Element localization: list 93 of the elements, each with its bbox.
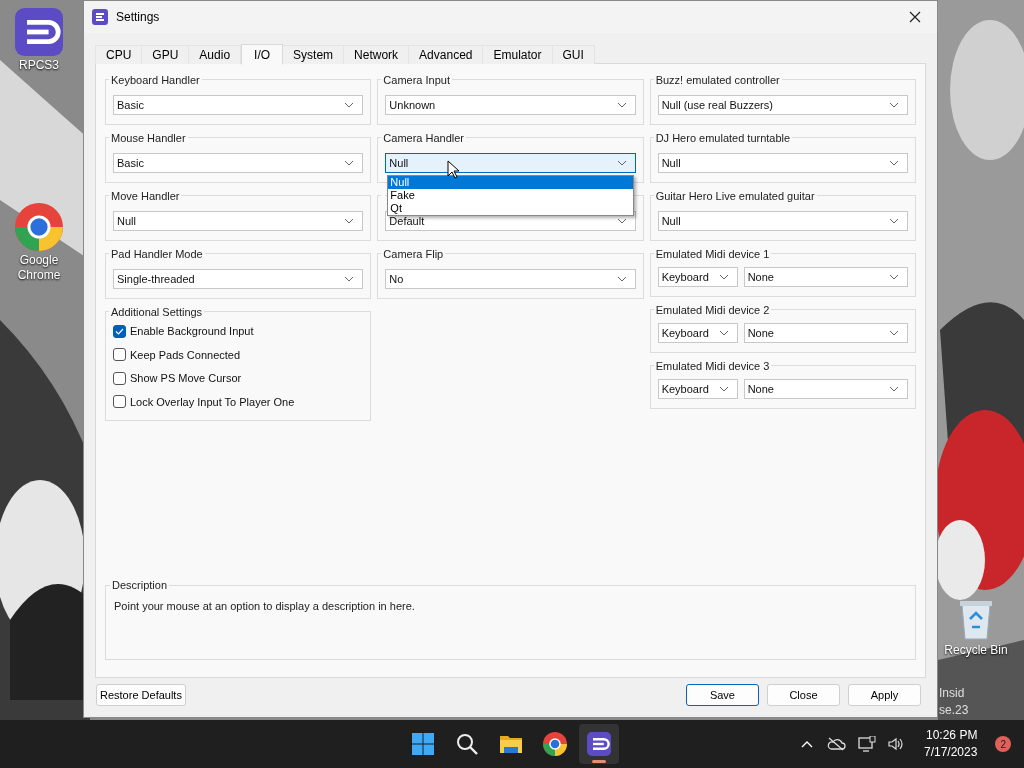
chevron-down-icon [616,102,627,108]
icon-label: Recycle Bin [944,643,1008,658]
clock-date[interactable]: 7/17/2023 [924,744,978,761]
dropdown[interactable]: Basic [113,153,364,173]
network-icon[interactable] [858,736,876,752]
taskbar-button[interactable] [579,724,619,764]
group-label: Mouse Handler [110,131,187,144]
clock-time[interactable]: 10:26 PM [926,727,978,744]
tab[interactable]: Emulator [483,45,553,64]
watermark-text: se.23 [939,702,969,719]
group-label: Move Handler [110,189,181,202]
browser-icon [543,732,567,756]
close-icon[interactable] [909,11,921,23]
chevron-down-icon [344,160,355,166]
checkbox[interactable] [113,371,126,385]
window-title: Settings [116,9,160,26]
dropdown[interactable]: Keyboard [657,267,738,287]
group-label: Guitar Hero Live emulated guitar [654,189,816,202]
checkbox-label: Enable Background Input [130,324,254,339]
tab[interactable]: Audio [189,45,242,64]
dropdown[interactable]: Null [113,211,364,231]
app-icon[interactable] [15,8,63,56]
chevron-down-icon [889,102,899,108]
start-icon [411,732,435,756]
group-label: Emulated Midi device 3 [654,359,771,372]
active-indicator [592,760,606,763]
group-label: Camera Flip [382,247,445,260]
chevron-down-icon [889,274,899,280]
dropdown[interactable]: Basic [113,95,364,115]
group-label: Emulated Midi device 1 [654,247,771,260]
tab[interactable]: GUI [552,45,595,64]
dropdown[interactable]: None [743,267,908,287]
description-text: Point your mouse at an option to display a description in here. [114,598,416,614]
chevron-down-icon [344,102,355,108]
dropdown[interactable]: Null (use real Buzzers) [657,95,908,115]
icon-label: Google Chrome [16,253,62,283]
dropdown[interactable]: None [743,323,908,343]
checkbox-label: Lock Overlay Input To Player One [130,394,295,410]
chevron-down-icon [718,386,729,392]
dropdown[interactable]: No [385,269,636,289]
chevron-up-icon[interactable] [800,739,814,749]
group-label: DJ Hero emulated turntable [654,131,792,144]
app-icon [587,732,611,756]
group-label: Pad Handler Mode [110,247,204,260]
tab[interactable]: Network [344,45,410,64]
list-item[interactable]: Null [388,176,633,189]
dropdown[interactable]: Null [657,153,908,173]
dropdown[interactable]: Null [657,211,908,231]
cloud-icon[interactable] [826,737,846,751]
chevron-down-icon [889,218,899,224]
button[interactable]: Save [685,684,759,706]
checkbox-label: Show PS Move Cursor [130,371,242,386]
tab[interactable]: I/O [241,44,284,65]
volume-icon[interactable] [888,737,904,751]
checkbox[interactable] [113,348,126,362]
dropdown[interactable]: Unknown [385,95,636,115]
app-icon [92,9,108,25]
checkbox[interactable] [113,324,126,338]
chevron-down-icon [616,276,627,282]
tab[interactable]: GPU [142,45,190,64]
group-label: Emulated Midi device 2 [654,303,771,316]
group-label: Camera Handler [382,131,466,144]
checkbox-label: Keep Pads Connected [130,347,241,363]
chevron-down-icon [889,160,899,166]
tab[interactable]: CPU [95,45,143,64]
button[interactable]: Restore Defaults [96,684,186,706]
watermark-text: Insid [939,685,966,702]
icon-label: RPCS3 [19,58,59,73]
search-icon [455,732,479,756]
chevron-down-icon [344,218,355,224]
chevron-down-icon [889,330,899,336]
button[interactable]: Close [766,684,840,706]
tab[interactable]: System [283,45,345,64]
tab[interactable]: Advanced [409,45,484,64]
browser-icon[interactable] [15,203,63,251]
dropdown[interactable]: Keyboard [657,379,738,399]
chevron-down-icon [616,160,627,166]
notification-badge[interactable]: 2 [995,736,1012,752]
group-label: Description [111,578,169,593]
group-label: Camera Input [382,73,451,86]
dropdown[interactable]: Single-threaded [113,269,364,289]
chevron-down-icon [344,276,355,282]
group-label: Keyboard Handler [110,73,201,86]
dropdown[interactable]: Null [385,153,636,173]
chevron-down-icon [718,330,729,336]
chevron-down-icon [889,386,899,392]
dropdown[interactable]: None [743,379,908,399]
group-label: Buzz! emulated controller [654,73,781,86]
dropdown[interactable]: Keyboard [657,323,738,343]
checkbox[interactable] [113,395,126,409]
group-label: Additional Settings [110,305,204,318]
chevron-down-icon [718,274,729,280]
button[interactable]: Apply [847,684,921,706]
